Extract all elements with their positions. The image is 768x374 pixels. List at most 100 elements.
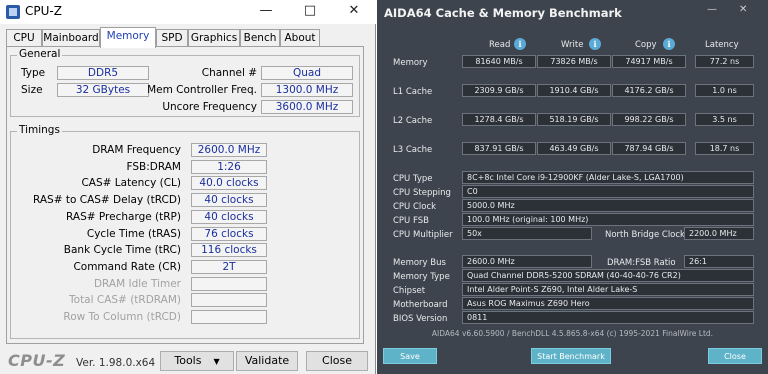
timing-value: 40.0 clocks [191, 176, 267, 191]
benchmark-write-value: 463.49 GB/s [537, 142, 611, 155]
benchmark-copy-value: 787.94 GB/s [612, 142, 686, 155]
timing-value: 1:26 [191, 159, 267, 174]
timing-value: 40 clocks [191, 209, 267, 224]
mem-controller-freq-label: Mem Controller Freq. [147, 84, 257, 96]
cpuz-app-icon [6, 5, 20, 19]
dram-fsb-ratio-value: 26:1 [684, 255, 754, 268]
timing-label: Command Rate (CR) [73, 260, 181, 273]
cpuz-footer: CPU-Z Ver. 1.98.0.x64 Tools ▼ Validate Cl… [0, 348, 376, 374]
timing-value: 116 clocks [191, 243, 267, 258]
cpu-multiplier-value: 50x [462, 227, 592, 240]
benchmark-latency-value: 1.0 ns [695, 84, 754, 97]
benchmark-row-label: L1 Cache [393, 87, 433, 97]
read-column-header: Read [489, 40, 511, 50]
cpu-stepping-value: C0 [462, 185, 754, 198]
dram-fsb-ratio-label: DRAM:FSB Ratio [607, 258, 676, 268]
benchmark-row-label: L3 Cache [393, 145, 433, 155]
timing-label: RAS# Precharge (tRP) [66, 210, 181, 223]
benchmark-copy-value: 998.22 GB/s [612, 113, 686, 126]
tab-cpu[interactable]: CPU [6, 29, 42, 47]
benchmark-read-value: 2309.9 GB/s [462, 84, 536, 97]
size-label: Size [21, 84, 43, 96]
benchmark-read-value: 837.91 GB/s [462, 142, 536, 155]
timing-value [191, 276, 267, 291]
cpu-fsb-label: CPU FSB [393, 216, 429, 226]
timing-label: DRAM Frequency [92, 144, 181, 156]
cpuz-window: CPU-Z — □ ✕ CPU Mainboard Memory SPD Gra… [0, 0, 376, 374]
timing-label: DRAM Idle Timer [93, 277, 181, 290]
latency-column-header: Latency [705, 40, 739, 50]
timing-value [191, 310, 267, 324]
timing-label: Bank Cycle Time (tRC) [63, 244, 181, 257]
timing-label: Cycle Time (tRAS) [86, 227, 181, 240]
timing-value: 76 clocks [191, 226, 267, 241]
benchmark-read-value: 81640 MB/s [462, 55, 536, 68]
timing-label: CAS# Latency (CL) [81, 177, 181, 190]
benchmark-read-value: 1278.4 GB/s [462, 113, 536, 126]
tab-mainboard[interactable]: Mainboard [42, 29, 100, 47]
benchmark-latency-value: 3.5 ns [695, 113, 754, 126]
benchmark-write-value: 73826 MB/s [537, 55, 611, 68]
uncore-frequency-value: 3600.0 MHz [261, 100, 353, 114]
tab-graphics[interactable]: Graphics [188, 29, 240, 47]
aida64-window: AIDA64 Cache & Memory Benchmark — ✕ Read… [377, 0, 768, 374]
channel-label: Channel # [201, 67, 257, 79]
size-value: 32 GBytes [57, 83, 149, 97]
benchmark-latency-value: 18.7 ns [695, 142, 754, 155]
benchmark-latency-value: 77.2 ns [695, 55, 754, 68]
motherboard-label: Motherboard [393, 300, 448, 310]
uncore-frequency-label: Uncore Frequency [162, 101, 257, 113]
timing-label: Total CAS# (tRDRAM) [69, 294, 181, 307]
cpuz-version: Ver. 1.98.0.x64 [76, 357, 156, 369]
timing-label: Row To Column (tRCD) [63, 311, 181, 323]
benchmark-copy-value: 4176.2 GB/s [612, 84, 686, 97]
cpu-fsb-value: 100.0 MHz (original: 100 MHz) [462, 213, 754, 226]
tab-spd[interactable]: SPD [156, 29, 188, 47]
maximize-button[interactable]: □ [288, 0, 332, 24]
write-column-header: Write [561, 40, 584, 50]
close-window-button[interactable]: ✕ [739, 4, 747, 15]
benchmark-copy-value: 74917 MB/s [612, 55, 686, 68]
minimize-button[interactable]: — [244, 0, 288, 24]
tab-memory[interactable]: Memory [100, 27, 156, 48]
timings-group-title: Timings [17, 124, 62, 136]
copy-info-icon[interactable]: i [663, 38, 675, 50]
timing-value: 2T [191, 259, 267, 274]
north-bridge-clock-label: North Bridge Clock [605, 230, 685, 240]
benchmark-row-label: L2 Cache [393, 116, 433, 126]
tab-bench[interactable]: Bench [240, 29, 280, 47]
validate-button[interactable]: Validate [236, 351, 298, 371]
benchmark-row-label: Memory [393, 58, 428, 68]
save-button[interactable]: Save [383, 348, 437, 364]
memory-type-label: Memory Type [393, 272, 450, 282]
aida64-version-footer: AIDA64 v6.60.5900 / BenchDLL 4.5.865.8-x… [431, 329, 714, 338]
timing-value [191, 293, 267, 308]
cpu-type-label: CPU Type [393, 174, 433, 184]
memory-type-value: Quad Channel DDR5-5200 SDRAM (40-40-40-7… [462, 269, 754, 282]
channel-value: Quad [261, 66, 353, 80]
cpu-multiplier-label: CPU Multiplier [393, 230, 453, 240]
read-info-icon[interactable]: i [514, 38, 526, 50]
tools-button[interactable]: Tools ▼ [160, 351, 234, 371]
cpu-type-value: 8C+8c Intel Core i9-12900KF (Alder Lake-… [462, 171, 754, 184]
chipset-label: Chipset [393, 286, 426, 296]
memory-bus-value: 2600.0 MHz [462, 255, 592, 268]
close-button[interactable]: Close [306, 351, 368, 371]
benchmark-write-value: 1910.4 GB/s [537, 84, 611, 97]
close-window-button[interactable]: ✕ [332, 0, 376, 24]
start-benchmark-button[interactable]: Start Benchmark [531, 348, 611, 364]
cpu-clock-value: 5000.0 MHz [462, 199, 754, 212]
north-bridge-clock-value: 2200.0 MHz [684, 227, 754, 240]
close-button[interactable]: Close [708, 348, 762, 364]
memory-tab-panel: General Type DDR5 Size 32 GBytes Channel… [6, 46, 364, 344]
benchmark-write-value: 518.19 GB/s [537, 113, 611, 126]
tools-button-label: Tools [174, 354, 202, 367]
cpu-clock-label: CPU Clock [393, 202, 437, 212]
timing-label: FSB:DRAM [126, 160, 181, 173]
timing-label: RAS# to CAS# Delay (tRCD) [33, 194, 181, 207]
write-info-icon[interactable]: i [589, 38, 601, 50]
minimize-button[interactable]: — [707, 4, 717, 15]
cpuz-window-title: CPU-Z [25, 4, 62, 18]
aida64-window-title: AIDA64 Cache & Memory Benchmark [384, 6, 622, 20]
tab-about[interactable]: About [280, 29, 320, 47]
